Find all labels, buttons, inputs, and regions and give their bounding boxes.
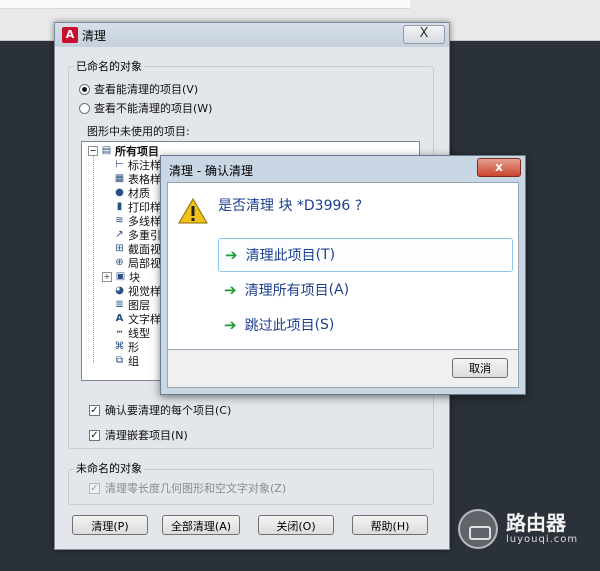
purge-all-items-command[interactable]: ➔ 清理所有项目 (A)	[218, 273, 513, 307]
radio-selected-indicator[interactable]	[79, 83, 90, 95]
collapse-icon[interactable]: −	[88, 145, 98, 156]
unnamed-objects-label: 未命名的对象	[74, 460, 144, 476]
green-arrow-icon: ➔	[224, 316, 237, 334]
autocad-app-icon: A	[62, 27, 78, 43]
multileader-style-icon: ↗	[115, 229, 124, 240]
warning-icon	[178, 198, 208, 224]
radio-view-nonpurgeable-label: 查看不能清理的项目(W)	[94, 102, 213, 115]
tree-caption: 图形中未使用的项目:	[87, 125, 190, 138]
tree-root-all-items[interactable]: − ▤ 所有项目	[88, 144, 159, 158]
close-button[interactable]: 关闭(O)	[258, 515, 334, 535]
tree-guide-line	[93, 156, 94, 363]
confirm-close-button[interactable]: x	[477, 158, 521, 177]
expand-icon[interactable]: +	[102, 271, 112, 282]
multiline-style-icon: ≋	[115, 215, 124, 226]
purge-this-item-command[interactable]: ➔ 清理此项目 (T)	[218, 238, 513, 272]
tree-item-linetype[interactable]: ┅ 线型	[114, 326, 150, 340]
radio-unselected-indicator[interactable]	[79, 102, 90, 114]
router-logo-icon	[458, 509, 498, 549]
tree-item-block[interactable]: + ▣ 块	[102, 270, 140, 284]
checkmark-icon[interactable]: ✓	[89, 429, 100, 441]
drawing-icon: ▤	[101, 145, 112, 156]
radio-view-nonpurgeable[interactable]: 查看不能清理的项目(W)	[79, 100, 212, 116]
confirm-dialog-title: 清理 - 确认清理	[169, 164, 253, 178]
watermark: 路由器 luyouqi.com	[458, 507, 588, 551]
watermark-cn-text: 路由器	[506, 511, 566, 535]
skip-this-item-command[interactable]: ➔ 跳过此项目 (S)	[218, 308, 513, 342]
watermark-en-text: luyouqi.com	[506, 534, 579, 545]
cancel-button[interactable]: 取消	[452, 358, 508, 378]
material-sphere-icon: ●	[115, 187, 124, 198]
tree-item-layer[interactable]: ≣ 图层	[114, 298, 150, 312]
background-window-strip	[0, 0, 410, 9]
purge-close-button[interactable]: X	[403, 25, 445, 44]
radio-view-purgeable[interactable]: 查看能清理的项目(V)	[79, 81, 198, 97]
purge-button[interactable]: 清理(P)	[72, 515, 148, 535]
plot-style-icon: ▮	[116, 201, 123, 212]
checkmark-icon[interactable]: ✓	[89, 404, 100, 416]
confirm-question: 是否清理 块 *D3996 ?	[218, 198, 363, 214]
zero-length-checkbox: ✓ 清理零长度几何图形和空文字对象(Z)	[89, 482, 287, 495]
confirm-purge-dialog: 清理 - 确认清理 x 是否清理 块 *D3996 ? ➔ 清理此项目 (T) ➔…	[160, 155, 526, 395]
radio-view-purgeable-label: 查看能清理的项目(V)	[94, 83, 199, 96]
green-arrow-icon: ➔	[224, 281, 237, 299]
confirm-dialog-body: 是否清理 块 *D3996 ? ➔ 清理此项目 (T) ➔ 清理所有项目 (A) ➔…	[167, 182, 519, 350]
dimension-style-icon: ⊢	[115, 159, 124, 170]
shape-icon: ⌘	[114, 341, 125, 352]
tree-item-material[interactable]: ● 材质	[114, 186, 150, 200]
confirm-dialog-footer: 取消	[167, 350, 519, 388]
purge-all-button[interactable]: 全部清理(A)	[162, 515, 240, 535]
confirm-each-item-checkbox[interactable]: ✓ 确认要清理的每个项目(C)	[89, 402, 231, 418]
block-icon: ▣	[115, 271, 126, 282]
layer-icon: ≣	[115, 299, 124, 310]
group-icon: ⧉	[115, 355, 124, 366]
tree-item-shape[interactable]: ⌘ 形	[114, 340, 140, 354]
purge-title-bar[interactable]: A 清理 X	[55, 23, 449, 47]
visual-style-icon: ◕	[115, 285, 124, 296]
checkmark-icon: ✓	[89, 482, 100, 494]
purge-nested-checkbox[interactable]: ✓ 清理嵌套项目(N)	[89, 427, 188, 443]
green-arrow-icon: ➔	[225, 246, 238, 264]
named-objects-label: 已命名的对象	[74, 58, 144, 74]
text-style-icon: A	[115, 313, 124, 324]
detail-view-icon: ⊕	[115, 257, 124, 268]
section-view-icon: ⊞	[115, 243, 124, 254]
help-button[interactable]: 帮助(H)	[352, 515, 428, 535]
table-style-icon: ▦	[114, 173, 125, 184]
purge-dialog-title: 清理	[82, 29, 107, 43]
tree-item-group[interactable]: ⧉ 组	[114, 354, 139, 368]
linetype-icon: ┅	[116, 327, 123, 338]
